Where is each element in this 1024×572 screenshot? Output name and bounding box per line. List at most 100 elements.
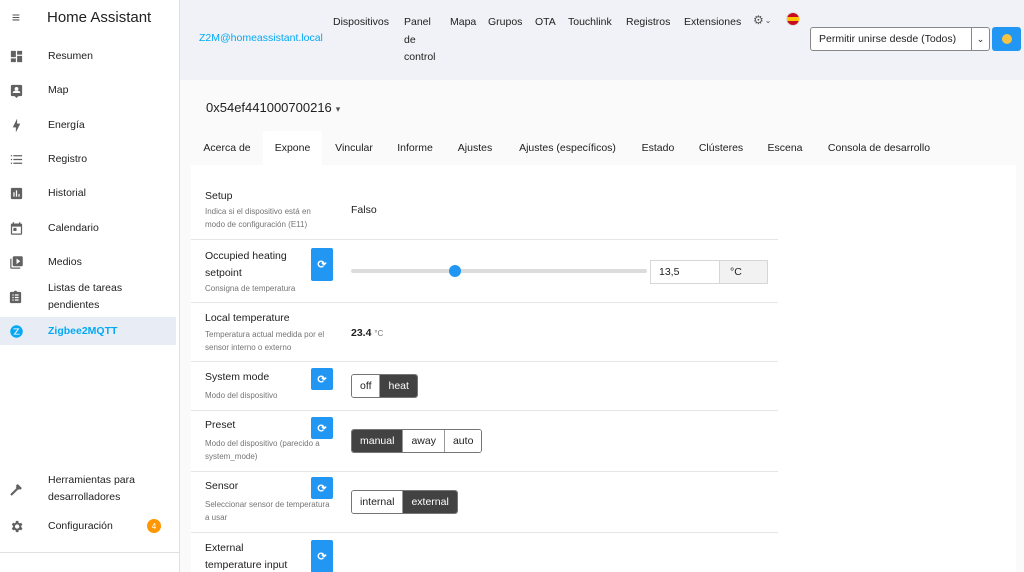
refresh-icon: ⟳ xyxy=(317,551,327,563)
nav-panel-de-control[interactable]: Panel de control xyxy=(404,14,436,67)
expose-description: Temperatura actual medida por el sensor … xyxy=(205,330,325,352)
local-temperature-value: 23.4 °C xyxy=(351,327,383,339)
sidebar-item-map[interactable]: Map xyxy=(0,76,176,104)
sidebar-item-resumen[interactable]: Resumen xyxy=(0,42,176,70)
refresh-icon: ⟳ xyxy=(317,422,327,435)
expose-description: Consigna de temperatura xyxy=(205,284,296,293)
nav-label-line-2: de xyxy=(404,33,416,46)
sidebar-item-historial[interactable]: Historial xyxy=(0,179,176,207)
label-line-1: Herramientas para xyxy=(48,474,135,486)
permit-join-select[interactable]: Permitir unirse desde (Todos) ⌄ xyxy=(810,27,990,51)
title-line-2: setpoint xyxy=(205,267,242,279)
expose-title: External temperature input xyxy=(205,540,287,572)
zigbee-icon xyxy=(8,323,24,339)
option-manual[interactable]: manual xyxy=(352,430,404,452)
calendar-icon xyxy=(8,220,24,236)
notification-badge: 4 xyxy=(147,519,161,533)
option-external[interactable]: external xyxy=(403,491,457,513)
settings-dropdown[interactable]: ⚙ ⌄ xyxy=(753,13,771,27)
sidebar-item-label: Registro xyxy=(48,152,88,165)
hammer-icon xyxy=(8,481,24,497)
sidebar-item-energia[interactable]: Energía xyxy=(0,111,176,139)
format-list-icon xyxy=(8,151,24,167)
menu-collapse-icon[interactable]: ≡ xyxy=(8,9,24,25)
setpoint-slider[interactable] xyxy=(351,265,647,277)
tab-ajustes-especificos[interactable]: Ajustes (específicos) xyxy=(506,131,629,165)
sidebar: ≡ Home Assistant Resumen Map Energía Reg… xyxy=(0,0,180,572)
nav-extensiones[interactable]: Extensiones xyxy=(684,14,741,32)
nav-dispositivos[interactable]: Dispositivos xyxy=(333,14,389,32)
sidebar-item-calendario[interactable]: Calendario xyxy=(0,214,176,242)
title-line-1: External xyxy=(205,542,244,554)
sidebar-item-label: Herramientas para desarrolladores xyxy=(48,472,135,506)
tab-informe[interactable]: Informe xyxy=(386,131,444,165)
refresh-button[interactable]: ⟳ xyxy=(311,417,333,439)
chevron-down-icon: ⌄ xyxy=(764,15,772,25)
nav-registros[interactable]: Registros xyxy=(626,14,670,32)
nav-label-line-1: Panel xyxy=(404,16,431,28)
refresh-icon: ⟳ xyxy=(317,259,327,271)
expose-description: Modo del dispositivo xyxy=(205,391,278,400)
tab-estado[interactable]: Estado xyxy=(629,131,687,165)
refresh-button[interactable]: ⟳ xyxy=(311,477,333,499)
device-name: 0x54ef441000700216 xyxy=(206,100,332,115)
sidebar-item-medios[interactable]: Medios xyxy=(0,248,176,276)
setpoint-input[interactable]: 13,5 xyxy=(650,260,720,284)
language-flag-icon[interactable] xyxy=(786,12,800,26)
expose-description: Modo del dispositivo (parecido a system_… xyxy=(205,439,320,461)
nav-grupos[interactable]: Grupos xyxy=(488,14,522,32)
lightning-bolt-icon xyxy=(8,117,24,133)
refresh-icon: ⟳ xyxy=(317,373,327,386)
refresh-button[interactable]: ⟳ xyxy=(311,540,333,572)
label-line-2: desarrolladores xyxy=(48,491,121,503)
slider-thumb[interactable] xyxy=(448,265,461,277)
chevron-down-icon[interactable]: ⌄ xyxy=(972,28,989,50)
expose-row-preset: Preset Modo del dispositivo (parecido a … xyxy=(191,411,778,472)
option-away[interactable]: away xyxy=(403,430,445,452)
sidebar-item-label: Zigbee2MQTT xyxy=(48,324,118,337)
option-off[interactable]: off xyxy=(352,375,381,397)
tab-acerca-de[interactable]: Acerca de xyxy=(191,131,263,165)
exposes-panel: Setup Indica si el dispositivo está en m… xyxy=(191,165,1016,572)
refresh-button[interactable]: ⟳ xyxy=(311,368,333,390)
z2m-instance-link[interactable]: Z2M@homeassistant.local xyxy=(199,32,323,44)
clipboard-list-icon xyxy=(8,289,24,305)
permit-join-button[interactable] xyxy=(992,27,1021,51)
nav-ota[interactable]: OTA xyxy=(535,14,556,32)
dashboard-icon xyxy=(8,48,24,64)
sidebar-item-registro[interactable]: Registro xyxy=(0,145,176,173)
tab-vincular[interactable]: Vincular xyxy=(322,131,386,165)
refresh-icon: ⟳ xyxy=(317,482,327,495)
tab-ajustes[interactable]: Ajustes xyxy=(444,131,506,165)
expose-row-occupied-heating-setpoint: Occupied heating setpoint Consigna de tem… xyxy=(191,240,778,303)
tab-expone[interactable]: Expone xyxy=(263,131,322,165)
nav-mapa[interactable]: Mapa xyxy=(450,14,476,32)
system-mode-toggle: off heat xyxy=(351,374,418,398)
sidebar-divider xyxy=(0,552,179,553)
expose-title: System mode xyxy=(205,371,270,383)
sensor-toggle: internal external xyxy=(351,490,458,514)
option-heat[interactable]: heat xyxy=(380,375,417,397)
tab-escena[interactable]: Escena xyxy=(755,131,815,165)
sidebar-item-listas-de-tareas[interactable]: Listas de tareas pendientes xyxy=(0,282,176,311)
gear-icon: ⚙ xyxy=(753,13,764,27)
sidebar-item-label: Resumen xyxy=(48,49,93,62)
permit-join-icon xyxy=(1001,34,1012,44)
tab-consola-de-desarrollo[interactable]: Consola de desarrollo xyxy=(815,131,943,165)
expose-title: Sensor xyxy=(205,480,239,492)
sidebar-item-zigbee2mqtt[interactable]: Zigbee2MQTT xyxy=(0,317,176,345)
sidebar-item-label: Energía xyxy=(48,118,85,131)
sidebar-item-label: Medios xyxy=(48,255,82,268)
sidebar-item-configuracion[interactable]: Configuración 4 xyxy=(0,512,176,540)
nav-touchlink[interactable]: Touchlink xyxy=(568,14,612,32)
device-selector[interactable]: 0x54ef441000700216 ▾ xyxy=(206,100,340,115)
tab-clusteres[interactable]: Clústeres xyxy=(687,131,755,165)
sidebar-item-herramientas[interactable]: Herramientas para desarrolladores xyxy=(0,470,176,508)
option-auto[interactable]: auto xyxy=(444,430,482,452)
preset-toggle: manual away auto xyxy=(351,429,483,453)
title-line-1: Occupied heating xyxy=(205,250,287,262)
option-internal[interactable]: internal xyxy=(352,491,404,513)
expose-row-sensor: Sensor Seleccionar sensor de temperatura… xyxy=(191,472,778,533)
refresh-button[interactable]: ⟳ xyxy=(311,248,333,281)
nav-label-line-3: control xyxy=(404,51,436,63)
